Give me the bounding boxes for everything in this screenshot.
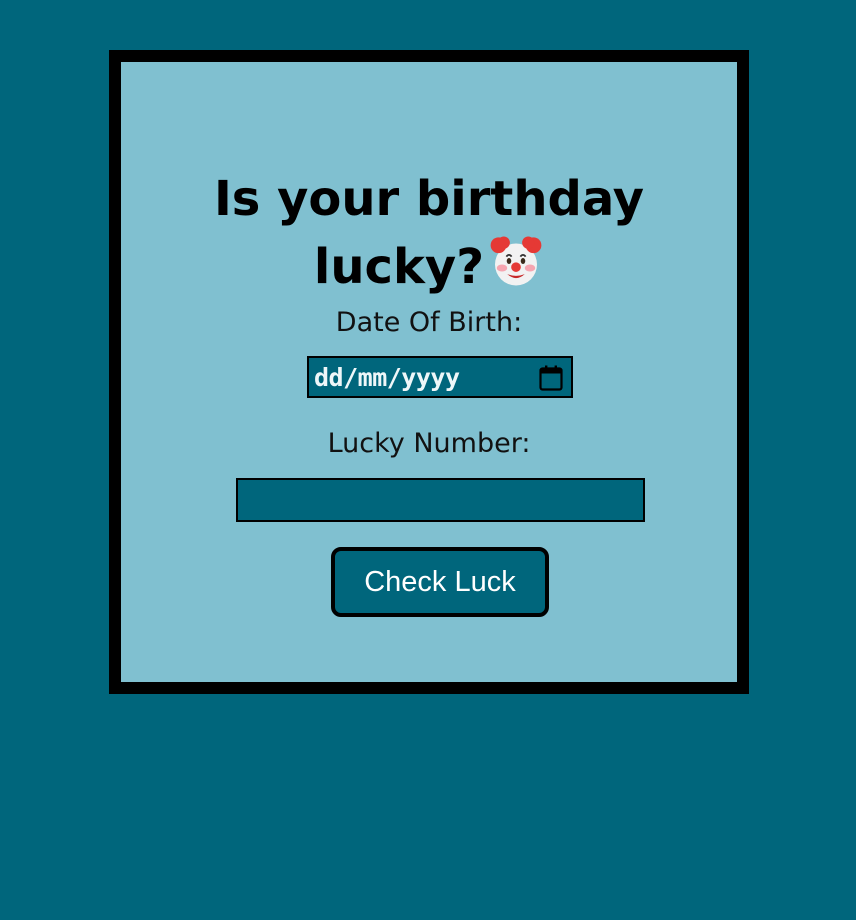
title-line-2-text: lucky?	[313, 239, 485, 296]
lucky-number-input[interactable]	[236, 478, 645, 522]
date-of-birth-input[interactable]: dd/mm/yyyy	[307, 356, 573, 398]
date-of-birth-placeholder: dd/mm/yyyy	[314, 362, 460, 392]
title-line-2: lucky?	[121, 233, 737, 301]
title-line-1: Is your birthday	[213, 171, 645, 228]
page-title: Is your birthday lucky?	[121, 166, 737, 301]
lucky-birthday-card: Is your birthday lucky? Date Of Birth: d…	[109, 50, 749, 694]
lucky-number-label: Lucky Number:	[327, 428, 531, 459]
clown-face-icon	[490, 236, 542, 286]
calendar-icon[interactable]	[539, 365, 563, 391]
date-of-birth-label: Date Of Birth:	[335, 307, 523, 338]
check-luck-button[interactable]: Check Luck	[331, 547, 549, 617]
